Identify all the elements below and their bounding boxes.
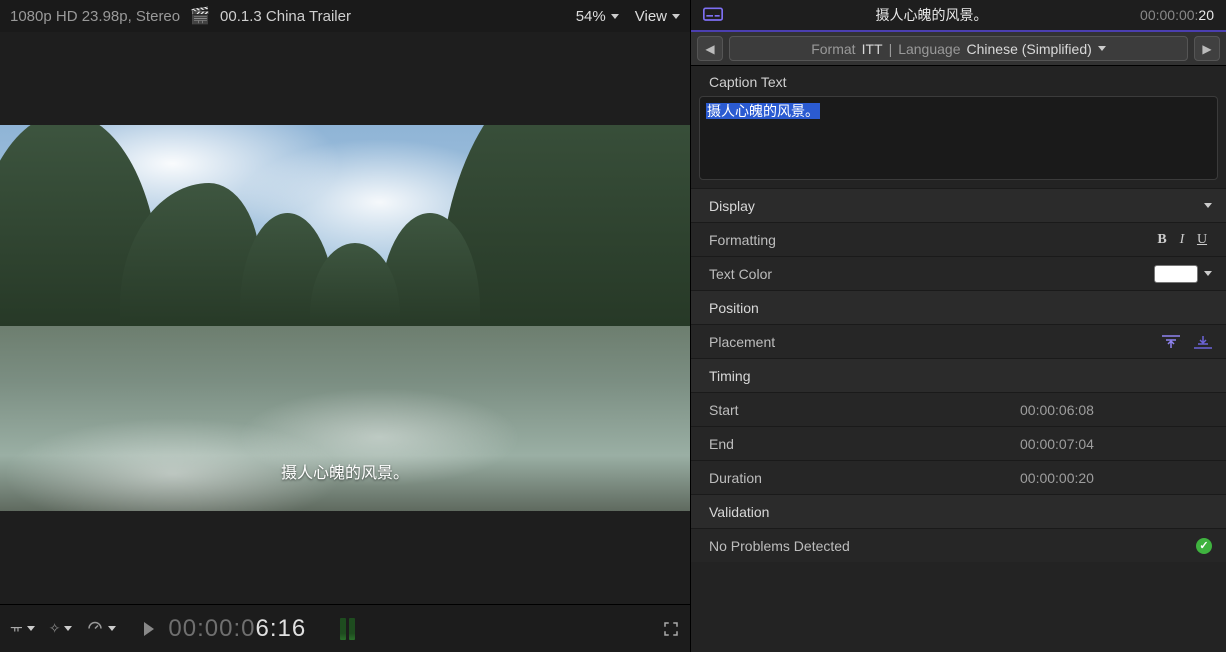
duration-row: Duration 00:00:00:20 <box>691 460 1226 494</box>
italic-button[interactable]: I <box>1172 232 1192 248</box>
language-value: Chinese (Simplified) <box>967 41 1092 57</box>
enhance-tool[interactable] <box>49 620 73 637</box>
start-label: Start <box>709 402 1020 418</box>
prev-caption-button[interactable]: ◀ <box>697 36 723 61</box>
chevron-down-icon[interactable] <box>1204 271 1212 276</box>
view-label: View <box>635 8 667 25</box>
caption-inspector-icon[interactable] <box>703 7 723 23</box>
zoom-value: 54% <box>576 8 606 25</box>
viewer-area[interactable]: 摄人心魄的风景。 <box>0 32 690 604</box>
wand-icon <box>49 620 61 637</box>
chevron-down-icon <box>611 14 619 19</box>
chevron-down-icon <box>672 14 680 19</box>
language-label: Language <box>898 41 960 57</box>
next-caption-button[interactable]: ▶ <box>1194 36 1220 61</box>
formatting-label: Formatting <box>709 232 1152 248</box>
format-meta: 1080p HD 23.98p, Stereo <box>10 8 180 25</box>
end-row: End 00:00:07:04 <box>691 426 1226 460</box>
inspector-title: 摄人心魄的风景。 <box>723 5 1140 25</box>
placement-label: Placement <box>709 334 1162 350</box>
caption-text-value: 摄人心魄的风景。 <box>706 103 820 119</box>
format-label: Format <box>811 41 855 57</box>
zoom-menu[interactable]: 54% <box>576 8 619 25</box>
validation-status-row: No Problems Detected ✓ <box>691 528 1226 562</box>
retime-tool[interactable] <box>86 618 116 639</box>
play-button[interactable] <box>144 622 154 636</box>
view-menu[interactable]: View <box>635 8 680 25</box>
text-color-swatch[interactable] <box>1154 265 1198 283</box>
bold-button[interactable]: B <box>1152 232 1172 248</box>
video-frame: 摄人心魄的风景。 <box>0 125 690 511</box>
placement-bottom-icon[interactable] <box>1194 335 1212 349</box>
underline-button[interactable]: U <box>1192 232 1212 248</box>
validation-section-header: Validation <box>691 494 1226 528</box>
crop-tool[interactable] <box>10 620 35 638</box>
display-section-header[interactable]: Display <box>691 188 1226 222</box>
clapper-icon: 🎬 <box>190 6 210 26</box>
chevron-down-icon <box>27 626 35 631</box>
fullscreen-button[interactable] <box>662 620 680 638</box>
end-value[interactable]: 00:00:07:04 <box>1020 436 1212 452</box>
timecode-bright: 6:16 <box>256 615 307 642</box>
caption-text-input[interactable]: 摄人心魄的风景。 <box>699 96 1218 180</box>
duration-value[interactable]: 00:00:00:20 <box>1020 470 1212 486</box>
timecode-dim: 00:00:0 <box>168 615 255 642</box>
viewer-timecode[interactable]: 00:00:06:16 <box>168 615 306 643</box>
inspector-header: 摄人心魄的风景。 00:00:00:20 <box>691 0 1226 32</box>
viewer-footer: 00:00:06:16 <box>0 604 690 652</box>
placement-top-icon[interactable] <box>1162 335 1180 349</box>
caption-text-section-label: Caption Text <box>691 66 1226 96</box>
audio-levels <box>340 618 355 640</box>
text-color-row: Text Color <box>691 256 1226 290</box>
viewer-header: 1080p HD 23.98p, Stereo 🎬 00.1.3 China T… <box>0 0 690 32</box>
position-section-header: Position <box>691 290 1226 324</box>
end-label: End <box>709 436 1020 452</box>
chevron-down-icon <box>1098 46 1106 51</box>
format-language-selector[interactable]: Format ITT | Language Chinese (Simplifie… <box>729 36 1188 61</box>
placement-row: Placement <box>691 324 1226 358</box>
chevron-down-icon <box>64 626 72 631</box>
inspector-timecode: 00:00:00:20 <box>1140 7 1214 23</box>
gauge-icon <box>86 618 104 639</box>
check-ok-icon: ✓ <box>1196 538 1212 554</box>
crop-icon <box>10 620 23 638</box>
chevron-down-icon <box>108 626 116 631</box>
clip-title: 00.1.3 China Trailer <box>220 8 566 25</box>
text-color-label: Text Color <box>709 266 1154 282</box>
formatting-row: Formatting B I U <box>691 222 1226 256</box>
format-value: ITT <box>862 41 883 57</box>
start-row: Start 00:00:06:08 <box>691 392 1226 426</box>
timing-section-header: Timing <box>691 358 1226 392</box>
chevron-down-icon <box>1204 203 1212 208</box>
start-value[interactable]: 00:00:06:08 <box>1020 402 1212 418</box>
duration-label: Duration <box>709 470 1020 486</box>
overlay-caption: 摄人心魄的风景。 <box>0 459 690 483</box>
validation-status: No Problems Detected <box>709 538 1196 554</box>
